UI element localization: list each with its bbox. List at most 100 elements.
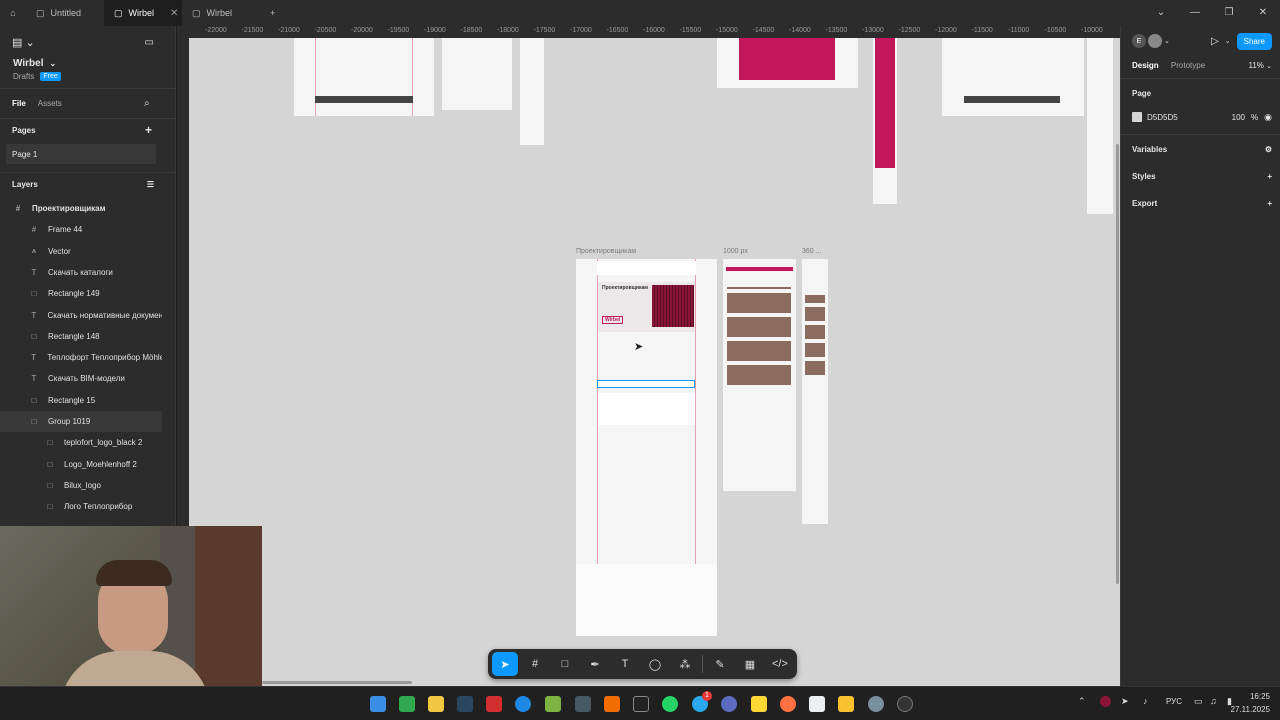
design-mode-icon[interactable]: ▦	[737, 652, 763, 676]
text-tool-icon[interactable]: T	[612, 652, 638, 676]
chevron-down-icon[interactable]: ⌄	[1164, 37, 1170, 45]
frame-thumbnail[interactable]	[717, 38, 858, 88]
folder-icon[interactable]	[428, 696, 444, 712]
dev-mode-icon[interactable]: </>	[767, 652, 793, 676]
layer-item[interactable]: # Frame 44	[0, 219, 162, 240]
search-icon[interactable]: ⌕	[144, 98, 150, 109]
layer-item[interactable]: □ Logo_Moehlenhoff 2	[0, 454, 162, 475]
layer-item[interactable]: □ Rectangle 148	[0, 326, 162, 347]
layer-item[interactable]: T Скачать каталоги	[0, 262, 162, 283]
settings-icon[interactable]: ⚙	[1265, 145, 1272, 154]
minimize-icon[interactable]: —	[1178, 0, 1212, 26]
chevron-down-icon[interactable]: ⌄	[1225, 37, 1231, 45]
layer-item[interactable]: □ teplofort_logo_black 2	[0, 432, 162, 453]
main-menu-icon[interactable]: ▤ ⌄	[12, 36, 35, 49]
layer-item[interactable]: □ Rectangle 15	[0, 390, 162, 411]
start-icon[interactable]	[370, 696, 386, 712]
add-style-icon[interactable]: +	[1267, 172, 1272, 181]
tray-telegram-icon[interactable]: ➤	[1121, 696, 1129, 707]
list-icon[interactable]: ☰	[147, 180, 154, 189]
frame-360px[interactable]	[802, 259, 828, 524]
language-indicator[interactable]: РУС	[1166, 697, 1182, 706]
network-icon[interactable]: ▭	[1194, 696, 1203, 707]
app-icon[interactable]	[897, 696, 913, 712]
styles-section[interactable]: Styles +	[1132, 169, 1272, 183]
layer-item[interactable]: T Скачать BIM-модели	[0, 368, 162, 389]
app-icon[interactable]	[575, 696, 591, 712]
move-tool-icon[interactable]: ➤	[492, 652, 518, 676]
tab-prototype[interactable]: Prototype	[1171, 61, 1205, 70]
frame-1000px[interactable]	[723, 259, 796, 491]
layer-item[interactable]: □ Group 1019	[0, 411, 162, 432]
edge-icon[interactable]	[515, 696, 531, 712]
layer-item[interactable]: ⩚ Vector	[0, 241, 162, 262]
color-swatch[interactable]	[1132, 112, 1142, 122]
rectangle-tool-icon[interactable]: □	[552, 652, 578, 676]
vertical-scrollbar[interactable]	[1116, 144, 1119, 584]
pen-tool-icon[interactable]: ✒	[582, 652, 608, 676]
frame-designers-page[interactable]: Проектировщикам Wirbel	[576, 259, 717, 636]
chevron-down-icon[interactable]: ⌄	[1266, 63, 1272, 70]
maximize-icon[interactable]: ❐	[1212, 0, 1246, 26]
frame-thumbnail[interactable]	[942, 38, 1084, 116]
whatsapp-icon[interactable]	[662, 696, 678, 712]
close-window-icon[interactable]: ✕	[1246, 0, 1280, 26]
app-icon[interactable]	[545, 696, 561, 712]
clock-time[interactable]: 16:25	[1230, 692, 1270, 701]
frame-thumbnail[interactable]	[294, 38, 434, 116]
selected-logo-group[interactable]	[597, 380, 695, 388]
page-opacity-value[interactable]: 100	[1232, 113, 1245, 122]
page-color-value[interactable]: D5D5D5	[1147, 113, 1178, 122]
sidebar-toggle-icon[interactable]: ▭	[145, 37, 154, 48]
home-icon[interactable]: ⌂	[0, 0, 26, 26]
tab-file[interactable]: File	[12, 99, 26, 108]
tab-wirbel-active[interactable]: ▢ Wirbel ✕	[104, 0, 182, 26]
frame-thumbnail[interactable]	[442, 38, 512, 110]
frame-label-360[interactable]: 360 ...	[802, 248, 821, 255]
firefox-icon[interactable]	[780, 696, 796, 712]
zoom-level[interactable]: 11%	[1248, 61, 1263, 70]
draw-mode-icon[interactable]: ✎	[707, 652, 733, 676]
tab-untitled[interactable]: ▢ Untitled	[26, 0, 104, 26]
chevron-down-icon[interactable]: ⌄	[1144, 0, 1178, 26]
layer-item[interactable]: T Скачать нормативные документ	[0, 305, 162, 326]
app-icon[interactable]	[838, 696, 854, 712]
app-b-icon[interactable]	[486, 696, 502, 712]
share-button[interactable]: Share	[1236, 32, 1272, 50]
xbox-icon[interactable]	[399, 696, 415, 712]
tab-design[interactable]: Design	[1132, 61, 1159, 70]
frame-thumbnail[interactable]	[520, 38, 544, 145]
add-export-icon[interactable]: +	[1267, 199, 1272, 208]
steam-icon[interactable]	[457, 696, 473, 712]
horizontal-scrollbar[interactable]	[262, 681, 412, 684]
microphone-icon[interactable]: ♪	[1143, 696, 1148, 706]
frame-label-1000[interactable]: 1000 px	[723, 248, 748, 255]
tray-chevron-icon[interactable]: ⌃	[1078, 696, 1086, 707]
app-icon[interactable]	[721, 696, 737, 712]
layer-item[interactable]: □ Bilux_logo	[0, 475, 162, 496]
page-item[interactable]: Page 1	[6, 144, 156, 164]
avatar[interactable]	[1148, 34, 1162, 48]
add-page-icon[interactable]: +	[145, 123, 152, 137]
frame-thumbnail[interactable]	[1087, 38, 1113, 214]
page-fill-row[interactable]: D5D5D5 100 % ◉	[1132, 109, 1272, 125]
notes-icon[interactable]	[751, 696, 767, 712]
play-icon[interactable]: ▷	[1211, 36, 1219, 47]
eye-icon[interactable]: ◉	[1264, 112, 1272, 123]
avatar[interactable]: E	[1132, 34, 1146, 48]
blender-icon[interactable]	[604, 696, 620, 712]
variables-section[interactable]: Variables ⚙	[1132, 142, 1272, 156]
canvas[interactable]: -22000 -21500 -21000 -20500 -20000 -19500 -190…	[177, 26, 1120, 686]
new-tab-icon[interactable]: +	[260, 0, 285, 26]
tab-wirbel[interactable]: ▢ Wirbel	[182, 0, 260, 26]
volume-icon[interactable]: ♫	[1210, 696, 1217, 706]
layer-item[interactable]: □ Rectangle 149	[0, 283, 162, 304]
frame-label-main[interactable]: Проектировщикам	[576, 248, 636, 255]
layer-item[interactable]: T Теплофорт Теплоприбор Möhlen	[0, 347, 162, 368]
tab-assets[interactable]: Assets	[38, 99, 62, 108]
settings-icon[interactable]	[868, 696, 884, 712]
export-section[interactable]: Export +	[1132, 196, 1272, 210]
tray-app-icon[interactable]	[1100, 696, 1111, 707]
frame-thumbnail[interactable]	[873, 38, 897, 204]
close-tab-icon[interactable]: ✕	[170, 8, 178, 19]
